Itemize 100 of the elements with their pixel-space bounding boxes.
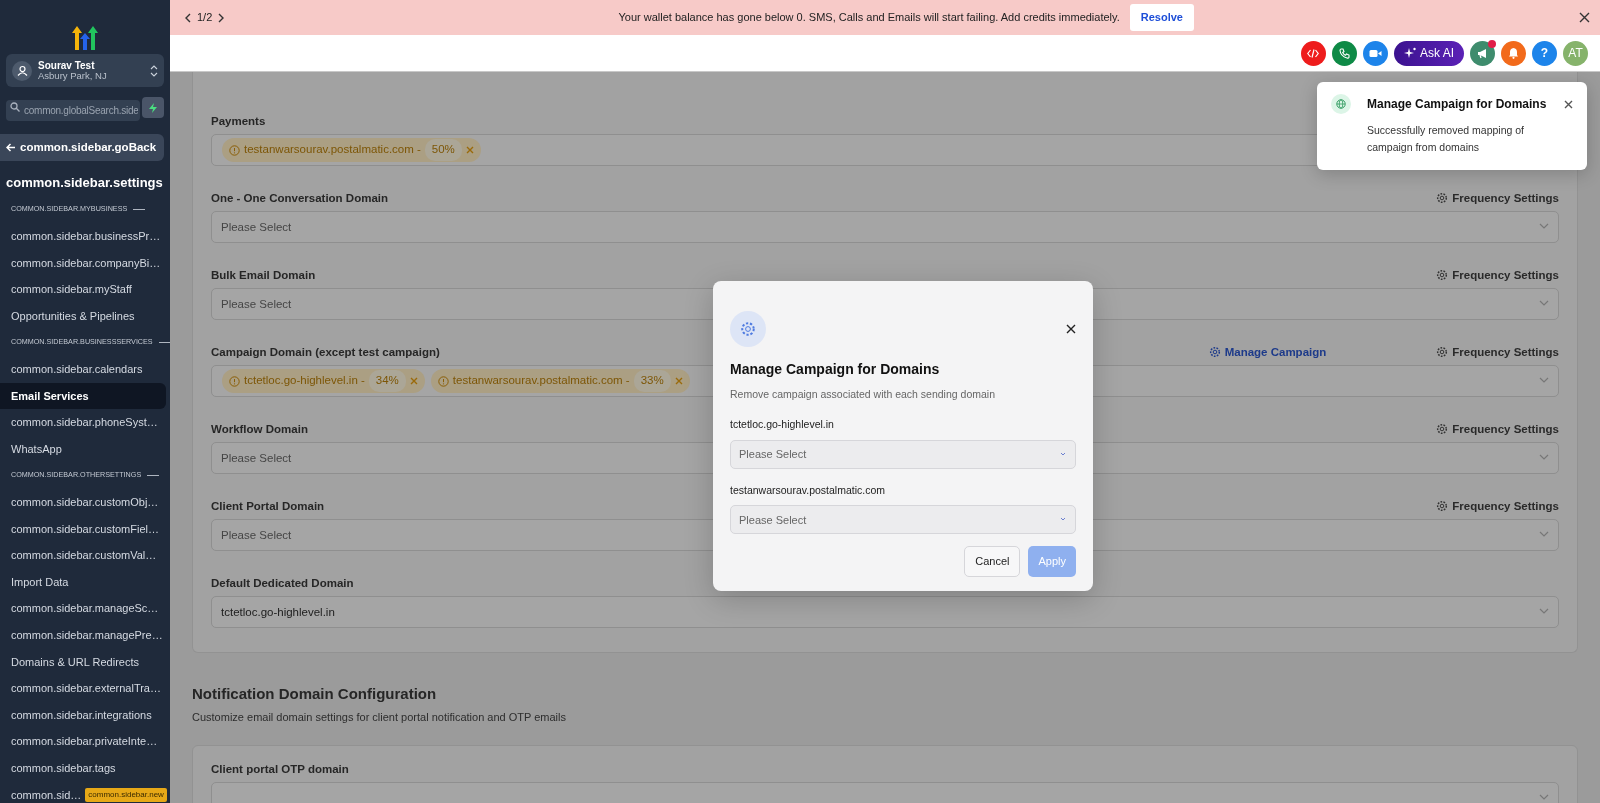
sidebar-item[interactable]: common.sidebar.privateInte…: [0, 728, 170, 755]
field-label: Default Dedicated Domain: [211, 575, 354, 591]
sidebar-item[interactable]: Opportunities & Pipelines: [0, 302, 170, 330]
chevron-down-icon: [1539, 531, 1549, 537]
sidebar-item[interactable]: WhatsApp: [0, 435, 170, 463]
arrow-left-icon: [6, 143, 16, 152]
chevron-down-icon: [1539, 454, 1549, 460]
sidebar-item[interactable]: common.sidebar.myStaff: [0, 276, 170, 303]
sidebar-item[interactable]: common.sidebar.customFiel…: [0, 515, 170, 543]
quick-action-button[interactable]: [142, 97, 164, 118]
sidebar-item[interactable]: common.sidebar.externalTra…: [0, 675, 170, 702]
help-button[interactable]: ?: [1532, 40, 1557, 66]
resolve-button[interactable]: Resolve: [1129, 4, 1194, 31]
section-title: Notification Domain Configuration: [192, 684, 438, 704]
sidebar-item[interactable]: common.sidebar.integrations: [0, 701, 170, 729]
percent-badge: 50%: [424, 139, 462, 161]
pager-text: 1/2: [197, 10, 213, 26]
sidebar-item[interactable]: common.sidebar.manageSc…: [0, 595, 170, 622]
manage-campaign-link[interactable]: Manage Campaign: [1208, 343, 1327, 361]
video-button[interactable]: [1363, 40, 1388, 66]
sidebar-item[interactable]: common.sid…: [11, 786, 82, 803]
frequency-settings-link[interactable]: Frequency Settings: [1436, 420, 1559, 438]
code-button[interactable]: [1301, 40, 1326, 66]
globe-icon: [1336, 99, 1346, 109]
search-field[interactable]: common.globalSearch.side: [6, 100, 140, 121]
chevron-down-icon: [1539, 377, 1549, 383]
chevron-right-icon[interactable]: [218, 12, 226, 23]
field-label: Campaign Domain (except test campaign): [211, 344, 440, 360]
megaphone-icon: [1476, 47, 1489, 59]
campaign-select[interactable]: Please Select: [730, 439, 1076, 469]
sidebar-item[interactable]: common.sidebar.businessPr…: [0, 223, 170, 250]
chevron-down-icon: [1539, 223, 1549, 229]
field-label: Client portal OTP domain: [211, 761, 349, 777]
bolt-icon: [149, 102, 157, 113]
sidebar-item[interactable]: common.sidebar.phoneSyst…: [0, 409, 170, 436]
gear-icon: [740, 321, 756, 337]
sidebar-item[interactable]: common.sidebar.managePre…: [0, 622, 170, 649]
bell-icon: [1508, 47, 1519, 59]
percent-badge: 33%: [633, 370, 671, 392]
chip-label: testanwarsourav.postalmatic.com -: [244, 142, 421, 158]
location-switcher[interactable]: Sourav Test Asbury Park, NJ: [6, 54, 164, 87]
close-icon[interactable]: [1564, 99, 1573, 109]
chip-label: testanwarsourav.postalmatic.com -: [452, 373, 630, 389]
frequency-settings-link[interactable]: Frequency Settings: [1436, 497, 1559, 515]
phone-icon: [1339, 47, 1350, 59]
warning-icon: [229, 144, 240, 156]
domain-label: tctetloc.go-highlevel.in: [730, 416, 835, 432]
sidebar-item[interactable]: common.sidebar.customVal…: [0, 542, 170, 569]
phone-button[interactable]: [1332, 40, 1357, 66]
notifications-button[interactable]: [1501, 40, 1526, 66]
cancel-button[interactable]: Cancel: [964, 546, 1021, 577]
sidebar-title: common.sidebar.settings: [6, 174, 164, 192]
sidebar-item[interactable]: Import Data: [0, 568, 170, 596]
sidebar-item[interactable]: common.sidebar.calendars: [0, 356, 170, 383]
frequency-settings-link[interactable]: Frequency Settings: [1436, 343, 1559, 361]
chevron-left-icon[interactable]: [184, 12, 191, 23]
sidebar-item[interactable]: common.sidebar.customObj…: [0, 489, 170, 516]
close-icon[interactable]: [1579, 12, 1590, 23]
up-down-icon: [150, 64, 158, 77]
sidebar-item[interactable]: Email Services: [0, 382, 166, 410]
chip-label: tctetloc.go-highlevel.in -: [244, 373, 365, 389]
location-address: Asbury Park, NJ: [38, 70, 108, 82]
sparkle-icon: [1404, 47, 1416, 59]
announcements-button[interactable]: [1470, 40, 1495, 66]
sidebar-item[interactable]: common.sidebar.tags: [0, 754, 170, 782]
search-icon: [10, 102, 20, 112]
warning-icon: [229, 375, 240, 387]
gear-icon: [1436, 500, 1449, 513]
gear-icon: [1208, 346, 1221, 359]
percent-badge: 34%: [368, 370, 406, 392]
back-button[interactable]: common.sidebar.goBack: [0, 134, 165, 161]
sidebar-item[interactable]: common.sidebar.companyBi…: [0, 249, 170, 277]
field-label: Payments: [211, 113, 266, 129]
field-label: Client Portal Domain: [211, 498, 325, 514]
new-badge: common.sidebar.new: [85, 787, 167, 802]
warning-icon: [437, 375, 449, 387]
field-label: One - One Conversation Domain: [211, 190, 388, 206]
chevron-down-icon: [1539, 300, 1549, 306]
modal-title: Manage Campaign for Domains: [730, 360, 941, 379]
section-subtitle: Customize email domain settings for client portal notification and OTP emails: [192, 709, 567, 725]
video-icon: [1369, 48, 1382, 58]
select-field[interactable]: tctetloc.go-highlevel.in: [211, 596, 1559, 628]
gear-icon: [1436, 423, 1449, 436]
domain-label: testanwarsourav.postalmatic.com: [730, 482, 887, 498]
chevron-down-icon: [1539, 608, 1549, 614]
chevron-down-icon: [1539, 794, 1549, 800]
close-icon[interactable]: [1066, 324, 1076, 334]
frequency-settings-link[interactable]: Frequency Settings: [1436, 266, 1559, 284]
field-label: Workflow Domain: [211, 421, 308, 437]
frequency-settings-link[interactable]: Frequency Settings: [1436, 189, 1559, 207]
ask-ai-button[interactable]: Ask AI: [1394, 40, 1464, 66]
chevron-down-icon: [1060, 517, 1066, 522]
modal-subtitle: Remove campaign associated with each sending domain: [730, 387, 996, 402]
select-field[interactable]: Please Select: [211, 211, 1559, 243]
gear-icon: [1436, 192, 1449, 205]
chevron-down-icon: [1060, 451, 1066, 456]
campaign-select[interactable]: Please Select: [730, 505, 1076, 535]
gear-icon: [1436, 269, 1449, 282]
sidebar-item[interactable]: Domains & URL Redirects: [0, 648, 170, 676]
toast-title: Manage Campaign for Domains: [1367, 96, 1548, 113]
